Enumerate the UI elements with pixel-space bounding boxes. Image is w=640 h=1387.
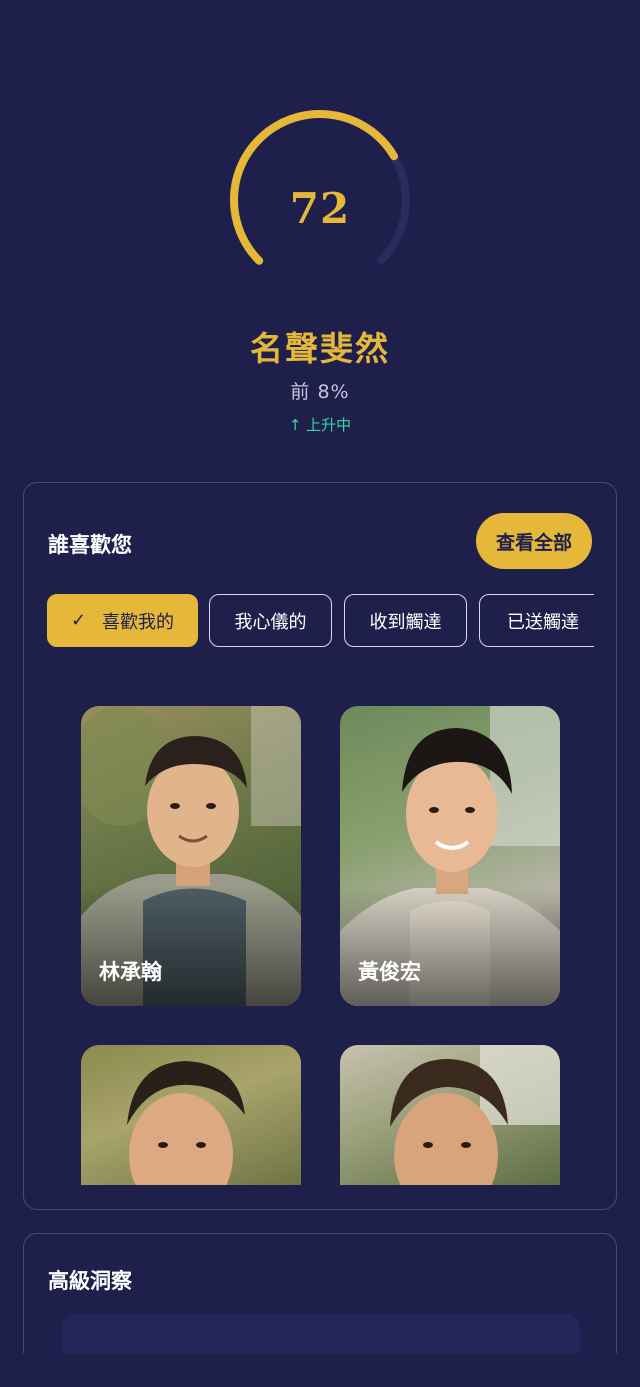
tab-sent-reach[interactable]: 已送觸達 [479,594,594,647]
view-all-button[interactable]: 查看全部 [476,513,592,569]
bottom-edge [0,1353,640,1387]
tab-my-crushes[interactable]: 我心儀的 [209,594,332,647]
rank-percentile: 前 8% [290,381,350,403]
check-icon: ✓ [70,610,87,631]
score-value: 72 [289,184,351,233]
tab-label: 已送觸達 [507,611,579,633]
tab-received-reach[interactable]: 收到觸達 [344,594,467,647]
trend-label: ↑ 上升中 [288,416,352,434]
profile-name: 黃俊宏 [358,960,421,984]
profile-card[interactable]: 黃俊宏 [340,706,560,1006]
score-gauge: 72 [0,100,640,290]
profile-name: 林承翰 [99,960,162,984]
tab-label: 喜歡我的 [102,611,175,633]
profile-photo [390,1045,560,1185]
tab-label: 我心儀的 [234,611,307,633]
tab-label: 收到觸達 [369,611,442,633]
premium-insights-title: 高級洞察 [48,1269,132,1293]
who-likes-you-title: 誰喜歡您 [48,533,132,557]
rank-title: 名聲斐然 [250,329,390,368]
profile-photo [127,1061,245,1185]
profile-card[interactable] [340,1045,560,1185]
who-likes-you-card: 誰喜歡您 查看全部 ✓ 喜歡我的 我心儀的 收到觸達 已送觸達 林承翰 黃俊宏 [23,482,617,1210]
likes-tab-bar: ✓ 喜歡我的 我心儀的 收到觸達 已送觸達 [47,594,594,648]
tab-likes-me[interactable]: ✓ 喜歡我的 [47,594,198,647]
profile-card[interactable]: 林承翰 [81,706,301,1006]
profile-card[interactable] [81,1045,301,1185]
